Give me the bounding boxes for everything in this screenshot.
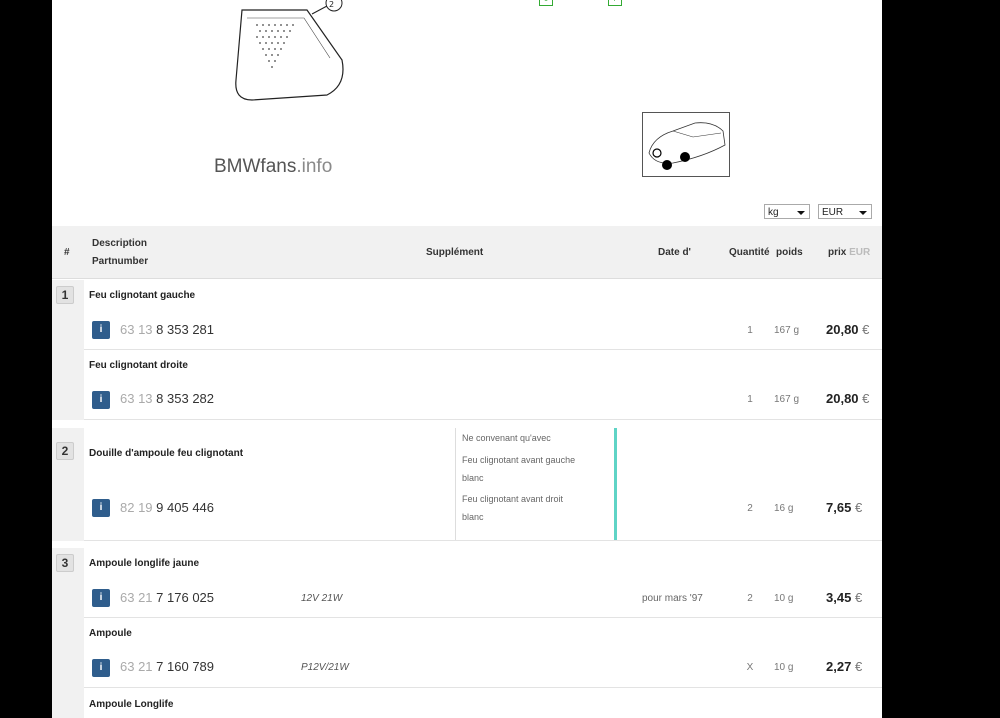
- price-value: 20,80: [826, 322, 859, 337]
- date-text: pour mars '97: [642, 593, 703, 604]
- part-description: Feu clignotant droite: [89, 360, 188, 371]
- diagram-callout[interactable]: 6: [539, 0, 553, 6]
- part-description: Ampoule Longlife: [89, 699, 174, 710]
- price-currency: €: [862, 322, 870, 337]
- price: 3,45 €: [826, 590, 862, 605]
- table-row: Feu clignotant gauche i 63 13 8 353 281 …: [84, 280, 882, 350]
- price-value: 20,80: [826, 391, 859, 406]
- part-number-prefix: 63 13: [120, 322, 153, 337]
- part-number-prefix: 63 21: [120, 659, 153, 674]
- part-group: 2 Douille d'ampoule feu clignotant i 82 …: [52, 428, 882, 541]
- quantity: X: [746, 662, 754, 673]
- col-number: #: [64, 247, 70, 258]
- vehicle-thumbnail[interactable]: [642, 112, 730, 177]
- diagram-callout-label: 2: [329, 0, 334, 9]
- col-description: Description: [92, 238, 148, 249]
- brand-suffix: .info: [296, 156, 333, 177]
- currency-select[interactable]: EUR: [818, 204, 872, 219]
- col-price: prix EUR: [828, 247, 870, 258]
- col-price-label: prix: [828, 247, 847, 258]
- price: 20,80 €: [826, 322, 869, 337]
- turn-signal-lamp-drawing: 2: [235, 0, 344, 101]
- part-number-prefix: 63 21: [120, 590, 153, 605]
- part-number[interactable]: 63 21 7 176 025: [120, 590, 214, 605]
- table-row: Ampoule i 63 21 7 160 789 P12V/21W X 10 …: [84, 618, 882, 688]
- supplement-notes: Ne convenant qu'avec Feu clignotant avan…: [455, 428, 617, 540]
- part-description: Douille d'ampoule feu clignotant: [89, 448, 244, 459]
- price: 20,80 €: [826, 391, 869, 406]
- weight-unit-select[interactable]: kg: [764, 204, 810, 219]
- info-button[interactable]: i: [92, 391, 110, 409]
- col-date: Date d': [658, 247, 691, 258]
- supplement-line: blanc: [462, 512, 484, 522]
- weight: 10 g: [774, 662, 794, 673]
- part-group: 1 Feu clignotant gauche i 63 13 8 353 28…: [52, 280, 882, 420]
- parts-page: 2 6 7 BMWfans.info kg EUR # Description …: [52, 0, 882, 718]
- col-quantity: Quantité: [729, 247, 770, 258]
- info-button[interactable]: i: [92, 659, 110, 677]
- price: 2,27 €: [826, 659, 862, 674]
- price-currency: €: [854, 590, 863, 605]
- group-number: 3: [56, 554, 74, 572]
- part-number[interactable]: 82 19 9 405 446: [120, 500, 214, 515]
- table-row: Ampoule longlife jaune i 63 21 7 176 025…: [84, 548, 882, 618]
- part-number-main: 8 353 281: [156, 322, 215, 337]
- info-button[interactable]: i: [92, 589, 110, 607]
- price-currency: €: [862, 391, 870, 406]
- price: 7,65 €: [826, 500, 862, 515]
- supplement-line: Ne convenant qu'avec: [462, 433, 551, 443]
- col-supplement: Supplément: [426, 247, 484, 258]
- quantity: 1: [747, 325, 753, 336]
- weight: 10 g: [774, 593, 794, 604]
- quantity: 2: [747, 593, 753, 604]
- supplement-text: 12V 21W: [301, 593, 343, 604]
- part-number[interactable]: 63 21 7 160 789: [120, 659, 214, 674]
- parts-diagram: 2 6 7 BMWfans.info: [52, 0, 882, 226]
- brand-watermark: BMWfans.info: [214, 156, 332, 178]
- price-value: 2,27: [826, 659, 852, 674]
- info-button[interactable]: i: [92, 499, 110, 517]
- part-description: Feu clignotant gauche: [89, 290, 196, 301]
- part-group: 3 Ampoule longlife jaune i 63 21 7 176 0…: [52, 548, 882, 718]
- table-row: Ampoule Longlife: [84, 688, 882, 718]
- info-button[interactable]: i: [92, 321, 110, 339]
- group-number: 1: [56, 286, 74, 304]
- diagram-callout[interactable]: 7: [608, 0, 622, 6]
- unit-selectors: kg EUR: [764, 204, 872, 219]
- table-row: Feu clignotant droite i 63 13 8 353 282 …: [84, 350, 882, 420]
- part-number-main: 9 405 446: [156, 500, 215, 515]
- supplement-line: blanc: [462, 473, 484, 483]
- brand-main: BMWfans: [214, 156, 297, 177]
- weight: 167 g: [774, 394, 800, 405]
- weight: 167 g: [774, 325, 800, 336]
- weight: 16 g: [774, 503, 794, 514]
- part-description: Ampoule: [89, 628, 132, 639]
- price-value: 3,45: [826, 590, 852, 605]
- supplement-line: Feu clignotant avant droit: [462, 494, 564, 504]
- table-header: # Description Partnumber Supplément Date…: [52, 226, 882, 279]
- table-row: Douille d'ampoule feu clignotant i 82 19…: [84, 428, 882, 541]
- supplement-line: Feu clignotant avant gauche: [462, 455, 576, 465]
- part-description: Ampoule longlife jaune: [89, 558, 200, 569]
- col-partnumber: Partnumber: [92, 256, 149, 267]
- part-number-main: 7 176 025: [156, 590, 215, 605]
- part-number-prefix: 63 13: [120, 391, 153, 406]
- part-number-main: 7 160 789: [156, 659, 215, 674]
- price-currency: €: [854, 500, 863, 515]
- price-value: 7,65: [826, 500, 852, 515]
- price-currency: €: [854, 659, 863, 674]
- quantity: 1: [747, 394, 753, 405]
- supplement-text: P12V/21W: [301, 662, 349, 673]
- car-icon: [648, 122, 726, 170]
- group-number: 2: [56, 442, 74, 460]
- col-weight: poids: [776, 247, 803, 258]
- part-number-prefix: 82 19: [120, 500, 153, 515]
- part-number[interactable]: 63 13 8 353 281: [120, 322, 214, 337]
- part-number[interactable]: 63 13 8 353 282: [120, 391, 214, 406]
- part-number-main: 8 353 282: [156, 391, 215, 406]
- quantity: 2: [747, 503, 753, 514]
- col-price-currency: EUR: [849, 247, 871, 258]
